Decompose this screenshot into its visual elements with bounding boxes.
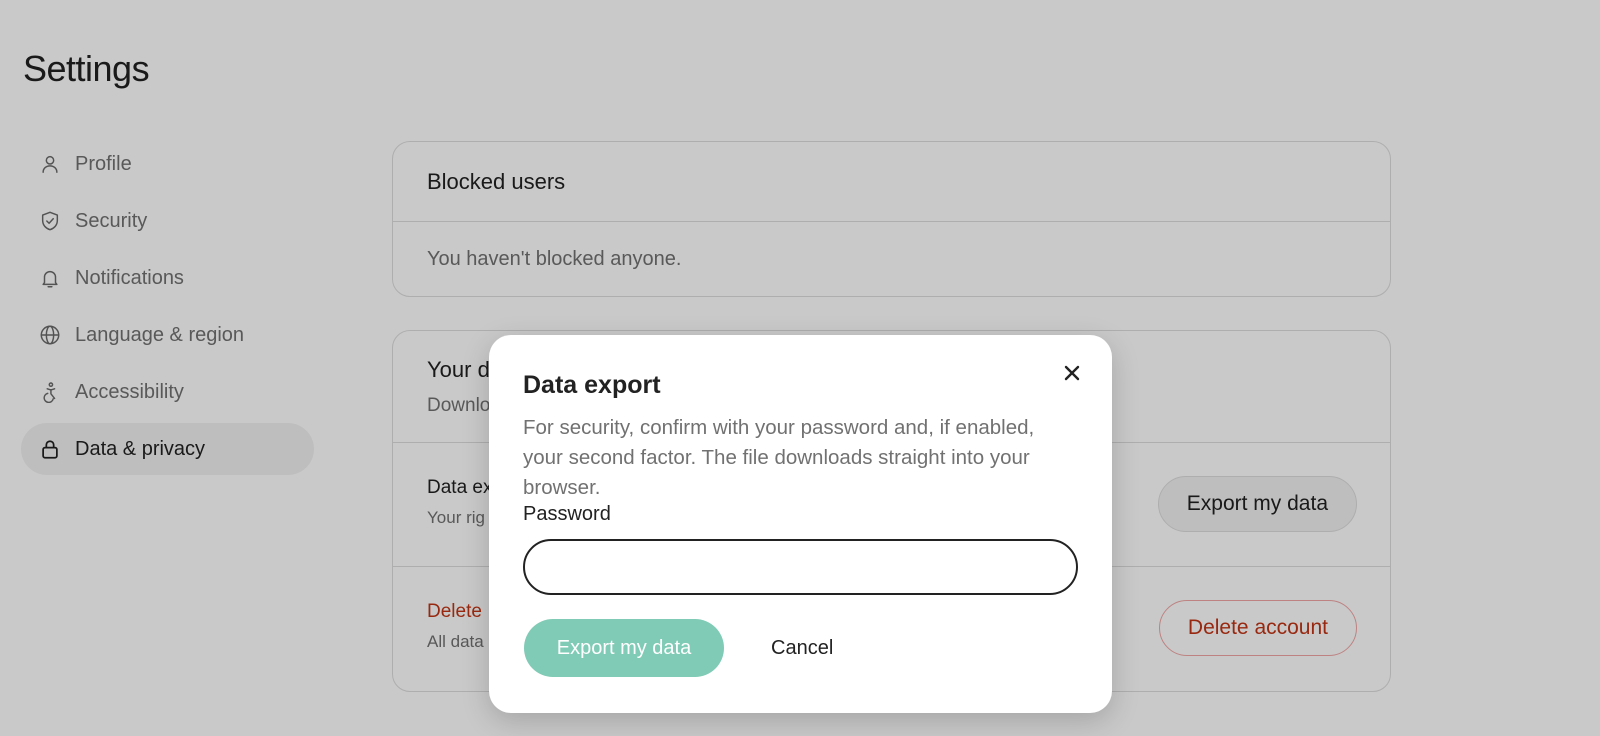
password-input[interactable]	[523, 539, 1078, 595]
data-export-dialog: Data export For security, confirm with y…	[489, 335, 1112, 713]
dialog-title: Data export	[523, 371, 661, 399]
confirm-export-button[interactable]: Export my data	[524, 619, 724, 677]
password-label: Password	[523, 503, 611, 525]
settings-page: Settings Profile Security Notifications …	[0, 0, 1600, 736]
cancel-button[interactable]: Cancel	[751, 619, 853, 677]
close-icon	[1064, 365, 1080, 386]
dialog-description: For security, confirm with your password…	[523, 416, 1035, 499]
close-button[interactable]	[1054, 357, 1090, 393]
